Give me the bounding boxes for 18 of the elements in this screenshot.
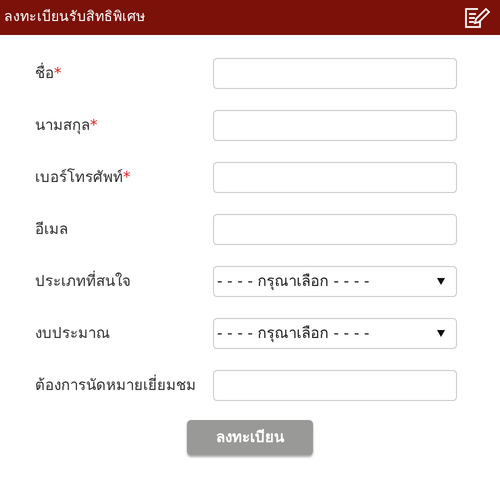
input-field[interactable]	[213, 110, 457, 140]
field-label: ประเภทที่สนใจ	[35, 272, 131, 290]
input-field[interactable]	[213, 58, 457, 88]
header-title: ลงทะเบียนรับสิทธิพิเศษ	[4, 8, 145, 27]
field-label: นามสกุล*	[35, 116, 98, 134]
input-field[interactable]	[213, 162, 457, 192]
select-field[interactable]: - - - - กรุณาเลือก - - - -	[213, 266, 457, 296]
field-label: ต้องการนัดหมายเยี่ยมชม	[35, 376, 196, 394]
field-label: ชื่อ*	[35, 64, 62, 82]
edit-form-icon	[464, 6, 490, 28]
dropdown-arrow-icon	[437, 278, 445, 284]
field-label: อีเมล	[35, 220, 68, 238]
dropdown-arrow-icon	[437, 330, 445, 336]
input-field[interactable]	[213, 370, 457, 400]
select-field[interactable]: - - - - กรุณาเลือก - - - -	[213, 318, 457, 348]
input-field[interactable]	[213, 214, 457, 244]
field-label: เบอร์โทรศัพท์*	[35, 168, 130, 186]
field-label: งบประมาณ	[35, 324, 110, 342]
